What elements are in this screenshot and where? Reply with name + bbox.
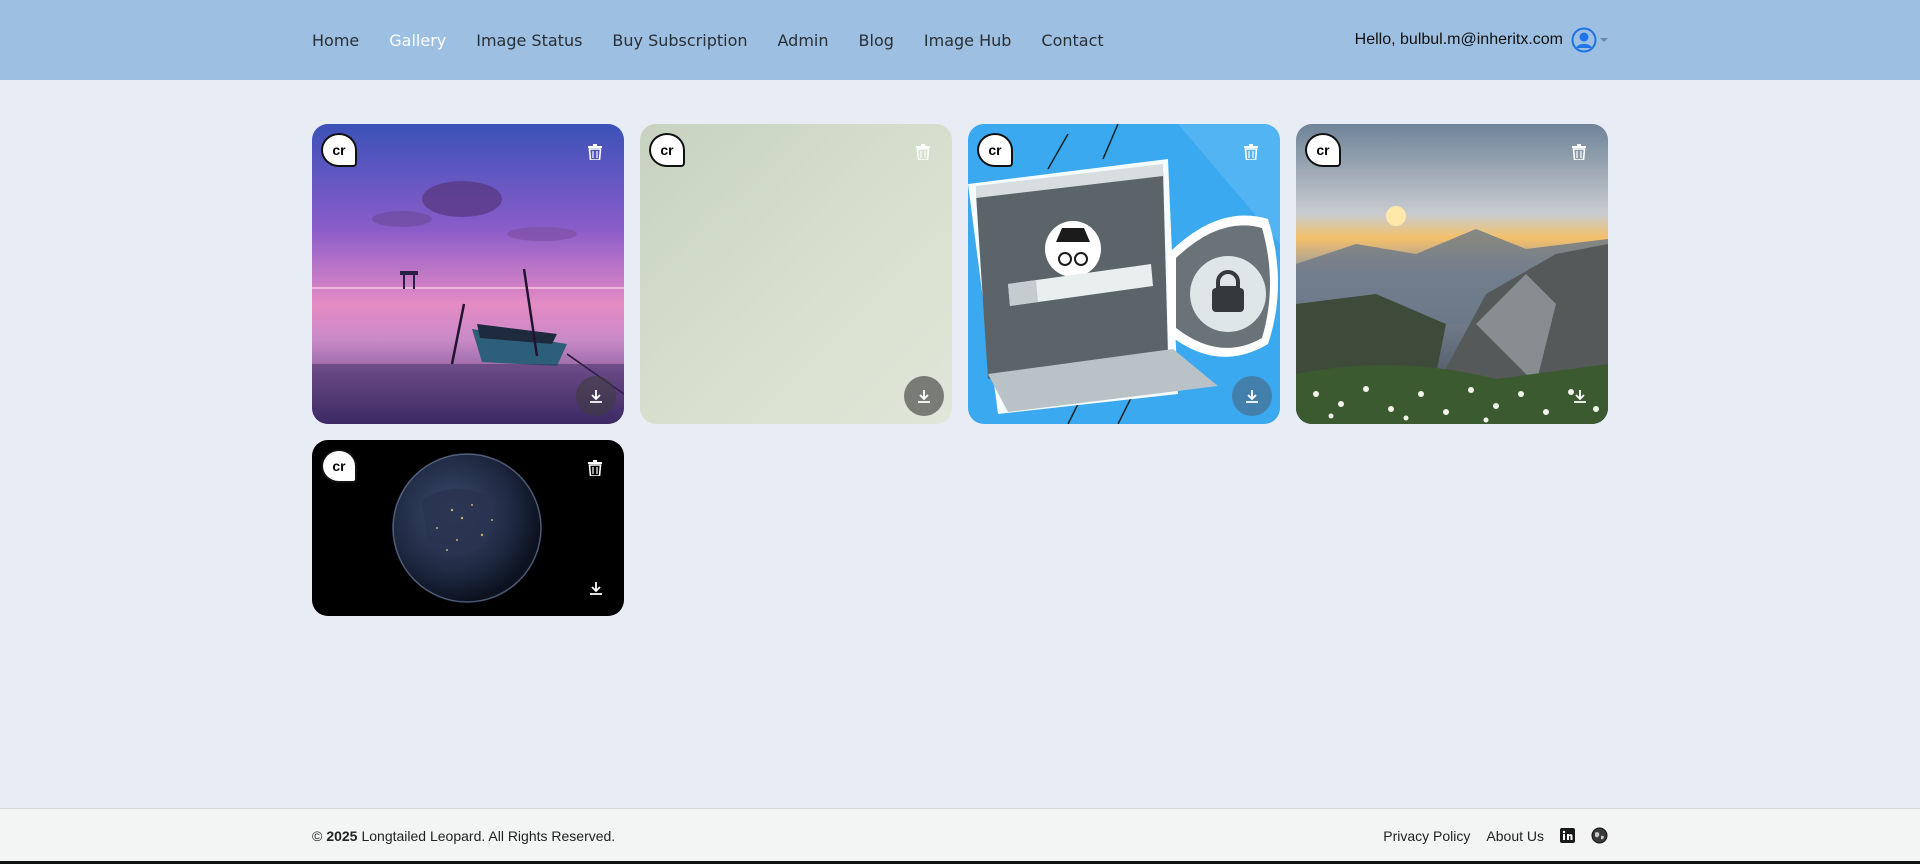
- nav-image-status[interactable]: Image Status: [476, 31, 582, 50]
- thumbnail-plain-texture: [640, 124, 952, 424]
- download-icon: [590, 390, 602, 403]
- download-icon: [1574, 390, 1586, 403]
- chevron-down-icon: [1600, 38, 1608, 42]
- nav-home[interactable]: Home: [312, 31, 359, 50]
- download-button[interactable]: [1560, 376, 1600, 416]
- linkedin-link[interactable]: [1560, 828, 1575, 843]
- trash-icon: [588, 144, 602, 160]
- cr-badge[interactable]: cr: [977, 133, 1013, 167]
- trash-icon: [1244, 144, 1258, 160]
- nav-gallery[interactable]: Gallery: [389, 31, 446, 50]
- website-link[interactable]: [1591, 827, 1608, 844]
- nav-buy-subscription[interactable]: Buy Subscription: [612, 31, 747, 50]
- cr-badge[interactable]: cr: [1305, 133, 1341, 167]
- download-icon: [1246, 390, 1258, 403]
- nav-contact[interactable]: Contact: [1041, 31, 1103, 50]
- download-icon: [590, 582, 602, 595]
- trash-icon: [1572, 144, 1586, 160]
- copyright-symbol: ©: [312, 827, 323, 844]
- gallery-card[interactable]: cr: [1296, 124, 1608, 424]
- cr-badge[interactable]: cr: [321, 133, 357, 167]
- main-nav: Home Gallery Image Status Buy Subscripti…: [312, 0, 1134, 80]
- download-icon: [918, 390, 930, 403]
- nav-admin[interactable]: Admin: [778, 31, 829, 50]
- thumbnail-vpn-laptop-lock: [968, 124, 1280, 424]
- cr-badge[interactable]: cr: [321, 449, 357, 483]
- trash-icon: [588, 460, 602, 476]
- nav-blog[interactable]: Blog: [859, 31, 894, 50]
- download-button[interactable]: [904, 376, 944, 416]
- linkedin-icon: [1560, 828, 1575, 843]
- company-name: Longtailed Leopard. All Rights Reserved.: [361, 827, 616, 844]
- trash-icon: [916, 144, 930, 160]
- footer-links: Privacy Policy About Us: [1367, 809, 1608, 862]
- about-us-link[interactable]: About Us: [1486, 828, 1544, 844]
- copyright-year: 2025: [326, 827, 358, 844]
- user-circle-icon: [1571, 27, 1597, 53]
- top-navbar: Home Gallery Image Status Buy Subscripti…: [0, 0, 1920, 80]
- download-button[interactable]: [1232, 376, 1272, 416]
- user-menu-toggle[interactable]: [1571, 27, 1608, 53]
- page-footer: © 2025 Longtailed Leopard. All Rights Re…: [0, 808, 1920, 864]
- gallery-card[interactable]: cr: [968, 124, 1280, 424]
- gallery-card[interactable]: cr: [312, 124, 624, 424]
- thumbnail-sunset-boat: [312, 124, 624, 424]
- download-button[interactable]: [576, 568, 616, 608]
- copyright-notice: © 2025 Longtailed Leopard. All Rights Re…: [312, 809, 615, 862]
- cr-badge[interactable]: cr: [649, 133, 685, 167]
- gallery-card[interactable]: cr: [312, 440, 624, 616]
- user-greeting: Hello, bulbul.m@inheritx.com: [1354, 31, 1563, 48]
- delete-button[interactable]: [912, 140, 934, 164]
- delete-button[interactable]: [1568, 140, 1590, 164]
- delete-button[interactable]: [584, 456, 606, 480]
- delete-button[interactable]: [584, 140, 606, 164]
- delete-button[interactable]: [1240, 140, 1262, 164]
- gallery-card[interactable]: cr: [640, 124, 952, 424]
- download-button[interactable]: [576, 376, 616, 416]
- user-area: Hello, bulbul.m@inheritx.com: [1355, 0, 1608, 80]
- globe-icon: [1591, 827, 1608, 844]
- thumbnail-mountain-sunset: [1296, 124, 1608, 424]
- privacy-policy-link[interactable]: Privacy Policy: [1383, 828, 1470, 844]
- nav-image-hub[interactable]: Image Hub: [924, 31, 1012, 50]
